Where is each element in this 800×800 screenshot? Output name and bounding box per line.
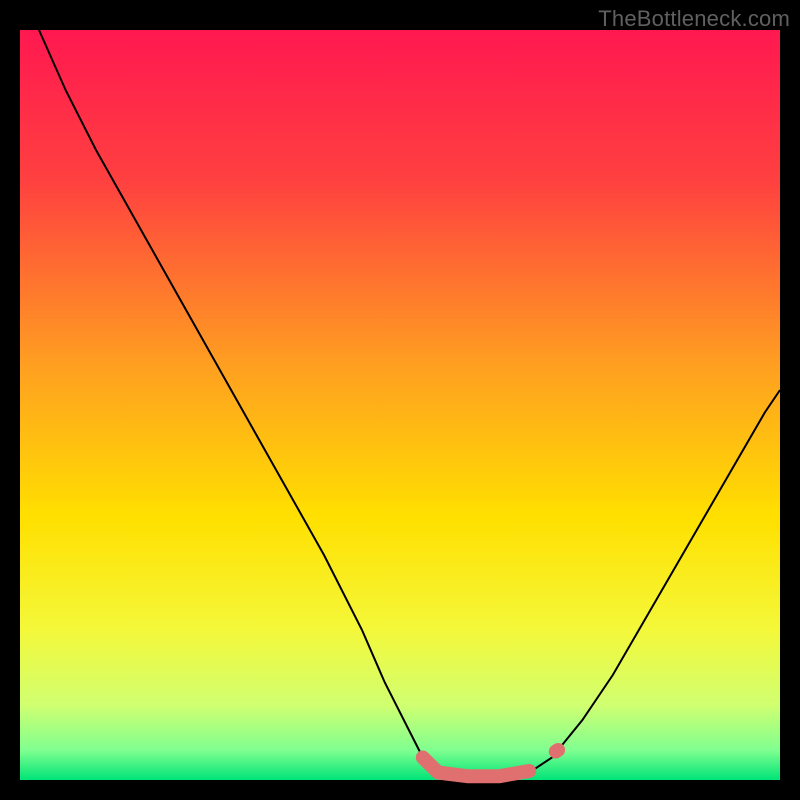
chart-svg	[0, 0, 800, 800]
series-trough-right-dot	[556, 750, 558, 752]
plot-background	[20, 30, 780, 780]
chart-stage: TheBottleneck.com	[0, 0, 800, 800]
watermark-text: TheBottleneck.com	[598, 6, 790, 32]
